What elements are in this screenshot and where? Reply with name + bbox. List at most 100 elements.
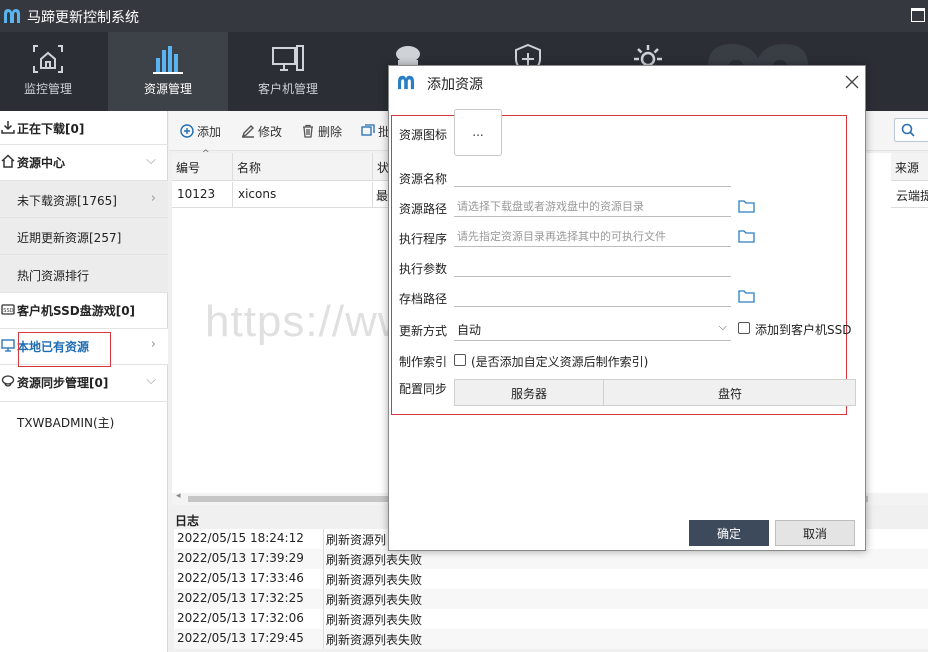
column-header-label: 来源: [895, 161, 920, 175]
edit-label: 修改: [258, 125, 283, 139]
log-row[interactable]: 2022/05/13 17:39:29 刷新资源列表失败: [174, 549, 928, 569]
sidebar-item-label: 资源中心: [17, 156, 66, 170]
batch-button[interactable]: 批: [361, 123, 390, 141]
nav-monitor[interactable]: 监控管理: [0, 32, 108, 111]
dialog-title: 添加资源: [427, 77, 483, 93]
log-time: 2022/05/13 17:39:29: [174, 549, 324, 569]
title-bar: 马蹄更新控制系统: [0, 0, 928, 32]
log-message: 刷新资源列表失败: [326, 553, 423, 567]
sidebar-item-resource-center[interactable]: 资源中心 ⌵: [0, 145, 168, 181]
sidebar-item-label: 客户机SSD盘游戏[0]: [17, 304, 136, 318]
search-input[interactable]: [894, 118, 928, 142]
app-logo-icon: [4, 9, 20, 23]
sidebar-item-hot-ranking[interactable]: 热门资源排行: [0, 255, 168, 293]
icon-label: 资源图标: [399, 128, 448, 142]
chevron-down-icon: ⌵: [146, 373, 156, 388]
index-note: (是否添加自定义资源后制作索引): [471, 355, 649, 369]
log-row[interactable]: 2022/05/13 17:29:45 刷新资源列表失败: [174, 629, 928, 649]
sidebar-item-label: 正在下载[0]: [17, 122, 85, 136]
sidebar-item-local-resources[interactable]: 本地已有资源 ›: [0, 329, 168, 367]
maximize-button[interactable]: [911, 8, 925, 22]
sync-label: 配置同步: [399, 382, 448, 396]
app-logo-icon: [398, 75, 414, 90]
sidebar-item-sync-management[interactable]: 资源同步管理[0] ⌵: [0, 365, 168, 402]
computer-icon: [272, 45, 304, 71]
column-header-name[interactable]: 名称: [233, 153, 373, 181]
plus-circle-icon: [180, 124, 194, 138]
search-icon: [901, 123, 915, 137]
save-path-label: 存档路径: [399, 292, 448, 306]
highlight-box: [18, 332, 111, 367]
log-time: 2022/05/13 17:29:45: [174, 629, 324, 649]
sync-column-server[interactable]: 服务器: [455, 380, 604, 405]
log-message: 刷新资源列表失败: [326, 593, 423, 607]
cancel-button[interactable]: 取消: [775, 520, 855, 546]
sidebar-item-label: TXWBADMIN(主): [17, 416, 115, 430]
download-icon: [1, 121, 15, 134]
update-mode-label: 更新方式: [399, 324, 448, 338]
sidebar: 正在下载[0] 资源中心 ⌵ 未下载资源[1765] › 近期更新资源[257]…: [0, 111, 168, 652]
log-row[interactable]: 2022/05/13 17:32:25 刷新资源列表失败: [174, 589, 928, 609]
add-to-client-ssd-checkbox[interactable]: [738, 322, 750, 334]
add-to-client-ssd-label: 添加到客户机SSD: [755, 323, 852, 337]
pencil-icon: [241, 125, 254, 138]
chevron-down-icon: ⌵: [718, 320, 727, 333]
update-mode-select[interactable]: 自动 ⌵: [454, 317, 731, 341]
log-row[interactable]: 2022/05/13 17:32:06 刷新资源列表失败: [174, 609, 928, 629]
name-label: 资源名称: [399, 172, 448, 186]
resource-path-input[interactable]: [454, 196, 731, 217]
log-time: 2022/05/13 17:33:46: [174, 569, 324, 589]
log-row[interactable]: 2022/05/13 17:33:46 刷新资源列表失败: [174, 569, 928, 589]
folder-icon[interactable]: [738, 199, 755, 213]
confirm-button[interactable]: 确定: [689, 520, 769, 546]
exe-label: 执行程序: [399, 232, 448, 246]
add-label: 添加: [197, 125, 222, 139]
sync-config-table: 服务器 盘符: [454, 379, 856, 406]
cell-id[interactable]: 10123: [172, 182, 233, 208]
log-message: 刷新资源列表失败: [326, 633, 423, 647]
sidebar-item-downloading[interactable]: 正在下载[0]: [0, 111, 168, 145]
sidebar-item-server[interactable]: TXWBADMIN(主): [0, 402, 168, 440]
sidebar-item-label: 热门资源排行: [17, 269, 90, 283]
make-index-checkbox[interactable]: [454, 354, 466, 366]
log-message: 刷新资源列表失败: [326, 613, 423, 627]
cell-name[interactable]: xicons: [233, 182, 373, 208]
save-path-input[interactable]: [454, 286, 731, 307]
folder-icon[interactable]: [738, 229, 755, 243]
log-message: 刷新资源列: [326, 533, 387, 547]
sync-column-drive[interactable]: 盘符: [605, 380, 855, 405]
sidebar-item-ssd-games[interactable]: SSD 客户机SSD盘游戏[0]: [0, 293, 168, 329]
resource-name-input[interactable]: [454, 166, 731, 187]
icon-picker-button[interactable]: ...: [454, 109, 502, 156]
delete-button[interactable]: 删除: [301, 123, 342, 141]
sidebar-item-not-downloaded[interactable]: 未下载资源[1765] ›: [0, 181, 168, 218]
add-resource-dialog: 添加资源 资源图标 ... 资源名称 资源路径 执行程序 执行参数 存档路径 更…: [388, 65, 866, 551]
nav-resource[interactable]: 资源管理: [108, 32, 228, 111]
scroll-left-icon[interactable]: ◂: [176, 491, 181, 501]
svg-text:SSD: SSD: [3, 308, 13, 314]
chevron-down-icon: ⌵: [146, 153, 156, 168]
column-header-source[interactable]: 来源: [891, 153, 928, 181]
nav-client[interactable]: 客户机管理: [228, 32, 348, 111]
monitor-icon: [1, 339, 15, 352]
ssd-icon: SSD: [1, 304, 15, 315]
sort-asc-icon: ^: [202, 149, 210, 159]
args-label: 执行参数: [399, 262, 448, 276]
nav-label: 客户机管理: [257, 82, 318, 96]
sync-icon: [1, 375, 15, 387]
log-time: 2022/05/13 17:32:25: [174, 589, 324, 609]
nav-label: 监控管理: [23, 82, 72, 96]
folder-icon[interactable]: [738, 289, 755, 303]
add-button[interactable]: 添加: [180, 123, 221, 141]
close-icon[interactable]: [844, 74, 860, 90]
exe-input[interactable]: [454, 226, 731, 247]
edit-button[interactable]: 修改: [241, 123, 282, 141]
app-title: 马蹄更新控制系统: [27, 10, 139, 26]
args-input[interactable]: [454, 256, 731, 277]
column-header-id[interactable]: ^ 编号: [172, 149, 233, 181]
cell-source[interactable]: 云端提: [891, 182, 928, 208]
sidebar-item-recent-updates[interactable]: 近期更新资源[257]: [0, 218, 168, 255]
log-message: 刷新资源列表失败: [326, 573, 423, 587]
column-header-label: 编号: [176, 161, 201, 175]
path-label: 资源路径: [399, 202, 448, 216]
